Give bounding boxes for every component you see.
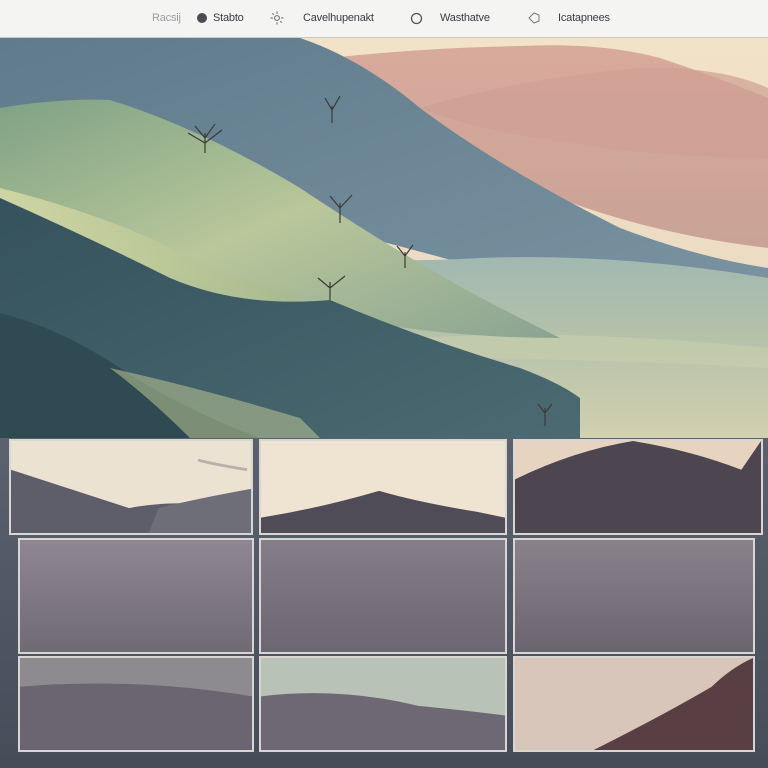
toolbar-item-stabto[interactable]: Stabto xyxy=(196,0,244,36)
toolbar-item-label: Icatapnees xyxy=(558,12,610,24)
gallery-thumbnail[interactable] xyxy=(259,439,507,535)
circle-outline-icon xyxy=(410,12,423,25)
gallery-thumbnail[interactable] xyxy=(513,538,755,654)
toolbar-item-label: Wasthatve xyxy=(440,12,490,24)
gallery-thumbnail[interactable] xyxy=(18,538,254,654)
tag-icon xyxy=(527,11,541,25)
toolbar-item-label: Stabto xyxy=(213,12,244,24)
thumbnail-gallery xyxy=(0,438,768,768)
gallery-thumbnail[interactable] xyxy=(9,439,253,535)
gallery-thumbnail[interactable] xyxy=(513,656,755,752)
toolbar-item-racsij[interactable]: Racsij xyxy=(152,0,181,36)
gallery-thumbnail[interactable] xyxy=(259,656,507,752)
sun-icon xyxy=(270,11,284,25)
top-toolbar: Racsij Stabto Cavelhupenakt Wasthatve Ic… xyxy=(0,0,768,38)
gallery-thumbnail[interactable] xyxy=(513,439,763,535)
filled-circle-icon xyxy=(196,12,208,24)
hero-landscape-image xyxy=(0,38,768,438)
toolbar-item-cavelhupenakt[interactable]: Cavelhupenakt xyxy=(270,0,374,36)
toolbar-item-label: Racsij xyxy=(152,12,181,24)
gallery-thumbnail[interactable] xyxy=(259,538,507,654)
toolbar-item-icatapnees[interactable]: Icatapnees xyxy=(527,0,610,36)
toolbar-item-label: Cavelhupenakt xyxy=(303,12,374,24)
gallery-thumbnail[interactable] xyxy=(18,656,254,752)
toolbar-item-wasthatve[interactable]: Wasthatve xyxy=(410,0,490,36)
